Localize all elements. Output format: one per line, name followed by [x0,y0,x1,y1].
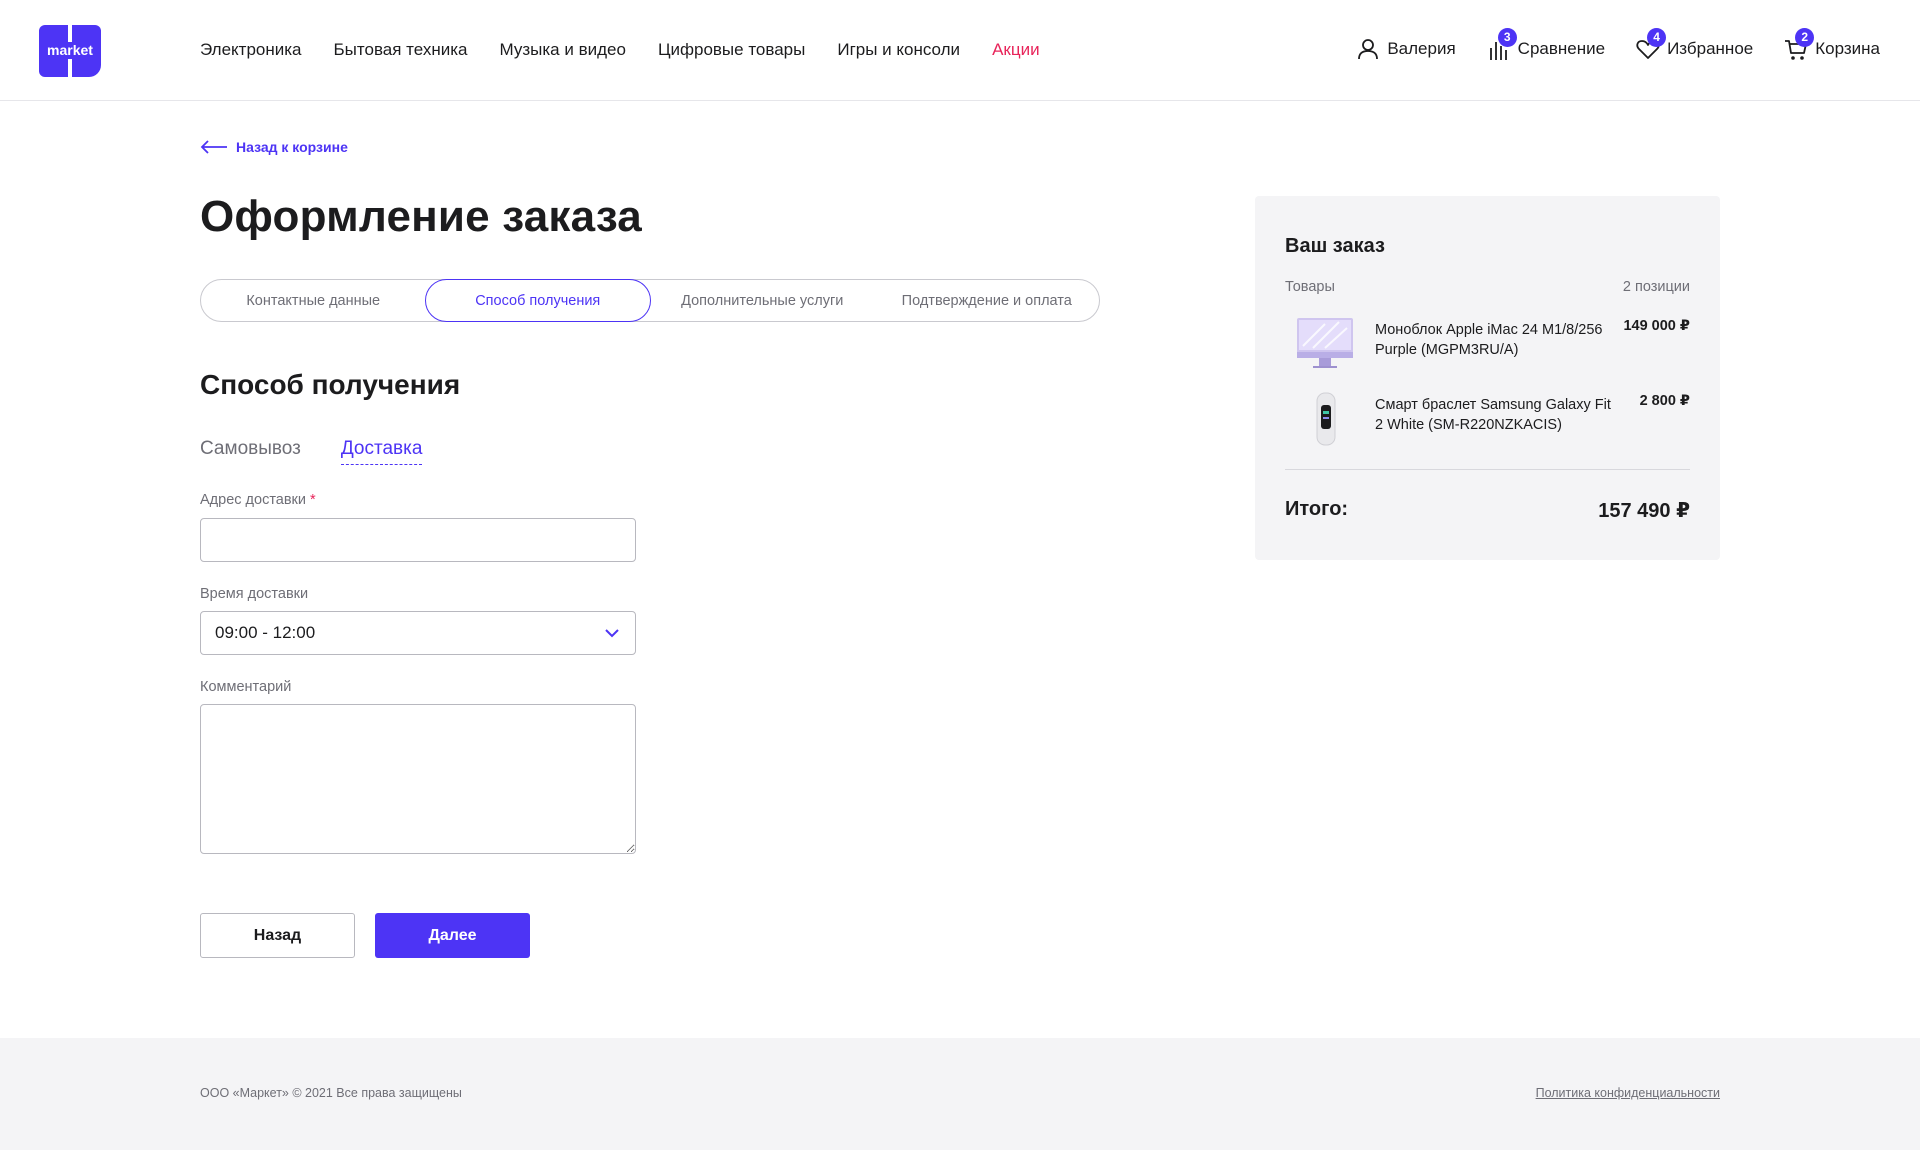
tab-delivery[interactable]: Доставка [340,438,423,465]
user-icon [1355,36,1381,62]
comment-label: Комментарий [200,679,292,695]
address-input[interactable] [200,518,636,562]
section-title: Способ получения [200,369,461,400]
main-nav: Электроника Бытовая техника Музыка и вид… [200,40,1072,60]
item-price: 149 000 ₽ [1623,318,1690,334]
logo-text: market [47,42,93,58]
nav-item-games-consoles[interactable]: Игры и консоли [837,40,960,60]
time-select[interactable]: 09:00 - 12:00 [200,611,636,655]
back-button[interactable]: Назад [200,913,355,958]
address-label-text: Адрес доставки [200,492,307,508]
compare-count-badge: 3 [1497,28,1517,47]
time-select-value: 09:00 - 12:00 [215,623,316,642]
compare-label: Сравнение [1517,39,1606,58]
order-total: Итого: 157 490 ₽ [1285,498,1690,523]
tab-pickup[interactable]: Самовывоз [200,438,301,465]
site-header: market Электроника Бытовая техника Музык… [0,0,1920,101]
item-name: Моноблок Apple iMac 24 M1/8/256 Purple (… [1375,322,1603,358]
order-item[interactable]: Смарт браслет Samsung Galaxy Fit 2 White… [1285,391,1690,451]
nav-item-digital-goods[interactable]: Цифровые товары [658,40,805,60]
required-mark: * [310,492,316,508]
total-value: 157 490 ₽ [1598,500,1690,522]
nav-item-appliances[interactable]: Бытовая техника [334,40,468,60]
address-label: Адрес доставки * [200,492,316,508]
chevron-down-icon [605,629,619,638]
privacy-policy-link[interactable]: Политика конфиденциальности [1536,1086,1720,1100]
cart-label: Корзина [1815,39,1880,58]
fitness-band-thumbnail [1295,391,1355,446]
step-confirm-payment[interactable]: Подтверждение и оплата [875,280,1100,321]
favorites-count-badge: 4 [1647,28,1667,47]
step-contact-details[interactable]: Контактные данные [201,280,426,321]
cart-link[interactable]: 2 Корзина [1783,28,1880,62]
item-price: 2 800 ₽ [1639,393,1690,409]
summary-divider [1285,469,1690,470]
items-count: 2 позиции [1622,279,1690,295]
cart-icon: 2 [1783,28,1815,62]
nav-item-music-video[interactable]: Музыка и видео [500,40,626,60]
checkout-steps: Контактные данные Способ получения Допол… [200,279,1100,322]
back-to-cart-label: Назад к корзине [236,139,348,155]
nav-item-promotions[interactable]: Акции [992,40,1040,60]
page-title: Оформление заказа [200,192,642,241]
step-delivery-method[interactable]: Способ получения [424,279,651,322]
heart-icon: 4 [1635,28,1667,62]
nav-item-electronics[interactable]: Электроника [200,40,302,60]
time-label: Время доставки [200,586,309,602]
user-nav: Валерия 3 Сравнение 4 Избранное 2 Корзин… [1325,28,1880,62]
favorites-link[interactable]: 4 Избранное [1635,28,1754,62]
step-additional-services[interactable]: Дополнительные услуги [650,280,875,321]
copyright-text: ООО «Маркет» © 2021 Все права защищены [200,1086,462,1100]
site-footer: ООО «Маркет» © 2021 Все права защищены П… [0,1038,1920,1150]
compare-link[interactable]: 3 Сравнение [1486,28,1606,62]
market-logo[interactable]: market [39,25,101,77]
total-label: Итого: [1285,498,1349,520]
cart-count-badge: 2 [1795,28,1815,47]
delivery-method-tabs: Самовывоз Доставка [200,438,462,465]
summary-title: Ваш заказ [1285,235,1385,257]
favorites-label: Избранное [1667,39,1754,58]
comment-textarea[interactable] [200,704,636,854]
profile-label: Валерия [1387,39,1456,58]
arrow-left-icon [200,140,227,154]
back-to-cart-link[interactable]: Назад к корзине [200,139,348,155]
summary-header: Товары 2 позиции [1285,279,1690,295]
profile-link[interactable]: Валерия [1355,36,1456,62]
items-label: Товары [1285,279,1335,295]
item-name: Смарт браслет Samsung Galaxy Fit 2 White… [1375,397,1611,433]
compare-icon: 3 [1486,28,1517,62]
order-item[interactable]: Моноблок Apple iMac 24 M1/8/256 Purple (… [1285,316,1690,376]
order-summary: Ваш заказ Товары 2 позиции Моноблок Appl… [1255,196,1720,560]
imac-thumbnail [1295,316,1355,371]
next-button[interactable]: Далее [375,913,530,958]
